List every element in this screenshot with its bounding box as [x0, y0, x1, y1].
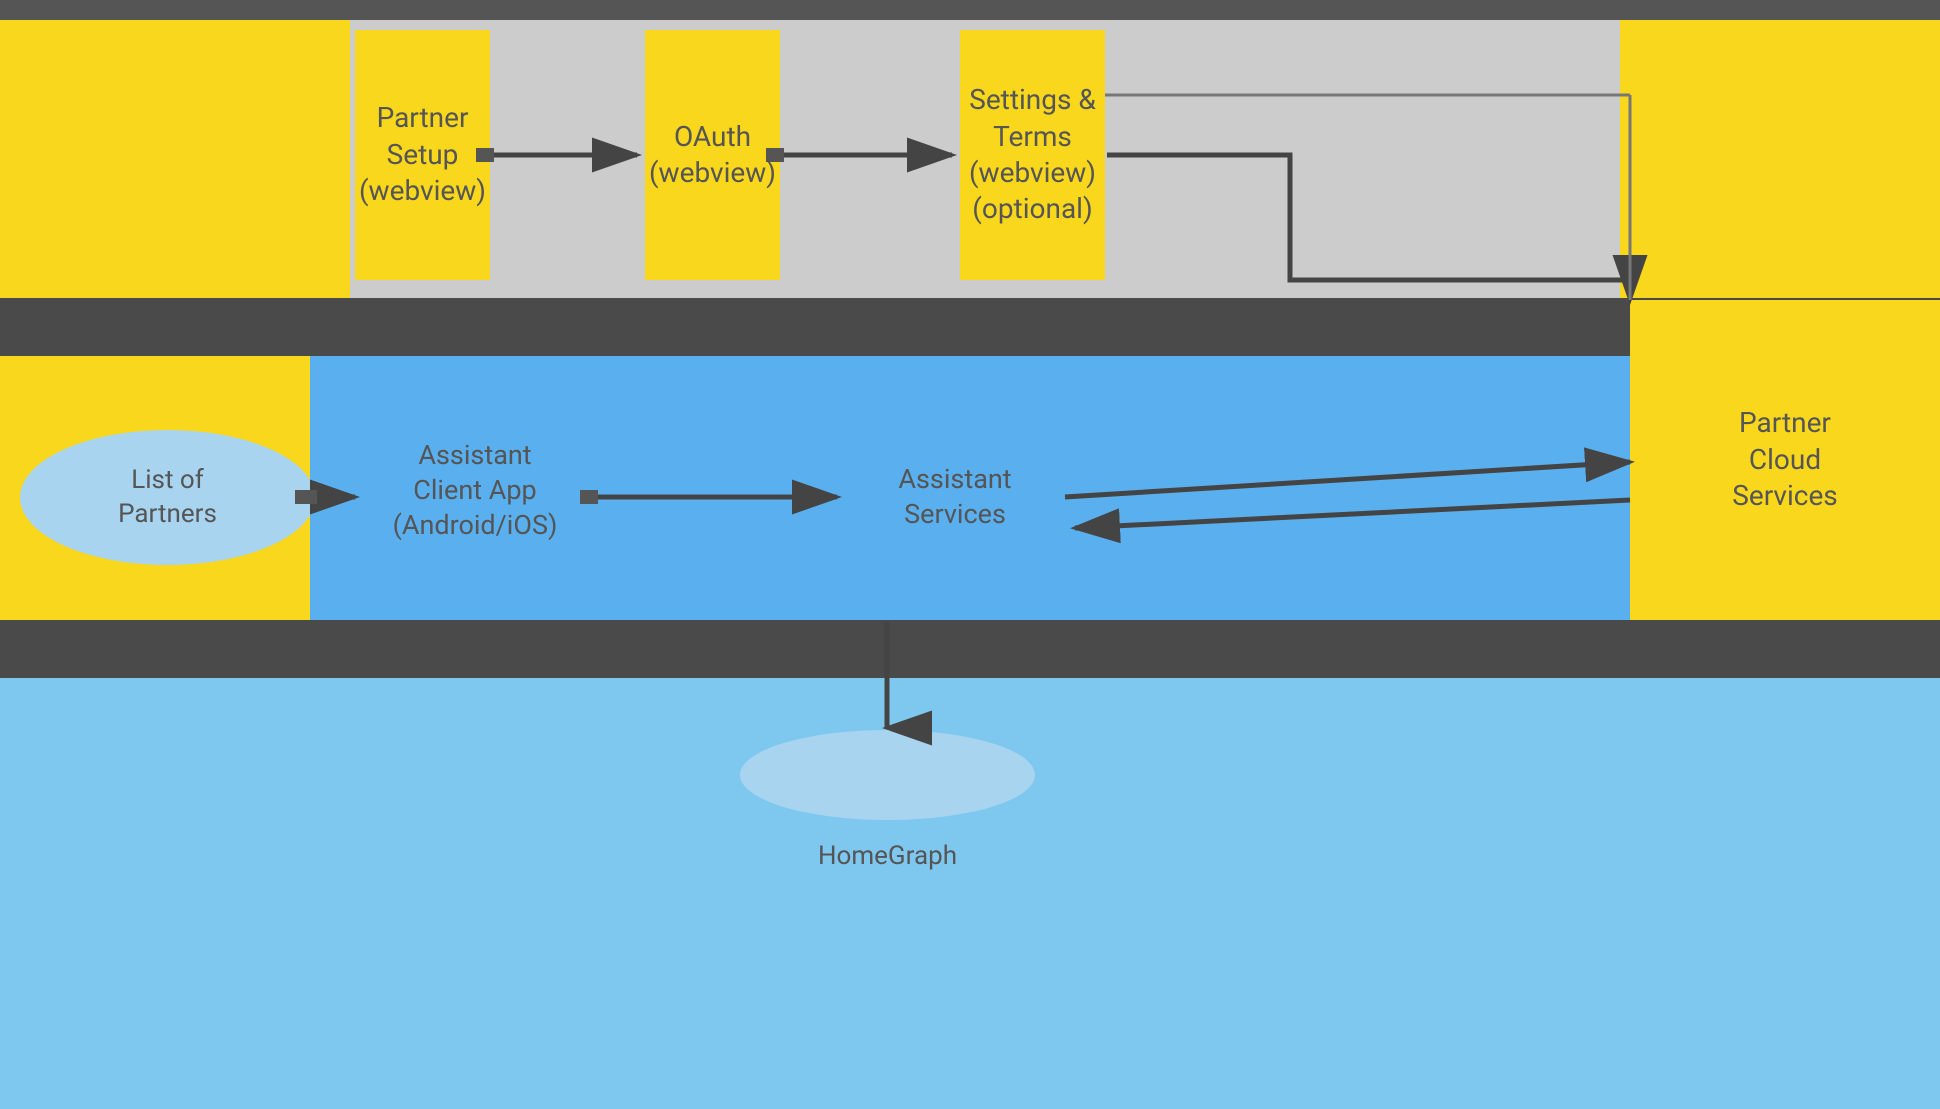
partner-setup-box: PartnerSetup(webview) — [355, 30, 490, 280]
bg-dark-top-band — [0, 0, 1940, 20]
list-of-partners-ellipse: List ofPartners — [20, 430, 315, 565]
settings-terms-box: Settings &Terms(webview)(optional) — [960, 30, 1105, 280]
oauth-label: OAuth(webview) — [649, 119, 776, 192]
partner-cloud-services-box: PartnerCloudServices — [1630, 300, 1940, 620]
homegraph-ellipse — [740, 730, 1035, 820]
list-of-partners-label: List ofPartners — [118, 464, 217, 532]
oauth-box: OAuth(webview) — [645, 30, 780, 280]
bg-dark-bottom-band — [0, 620, 1940, 678]
assistant-client-app-label: AssistantClient App(Android/iOS) — [365, 438, 585, 543]
settings-terms-label: Settings &Terms(webview)(optional) — [969, 82, 1096, 228]
assistant-services-label: AssistantServices — [845, 462, 1065, 532]
partner-cloud-services-label: PartnerCloudServices — [1732, 405, 1838, 514]
partner-setup-label: PartnerSetup(webview) — [359, 100, 486, 209]
homegraph-label: HomeGraph — [740, 840, 1035, 874]
